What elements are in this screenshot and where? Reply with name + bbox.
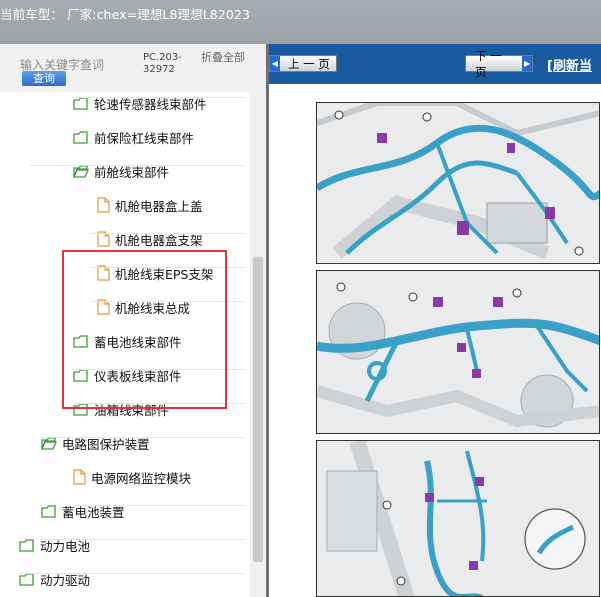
tree-item-engine-fuse-box-cover[interactable]: 机舱电器盒上盖 <box>97 188 203 222</box>
harness-figure-1 <box>316 102 600 264</box>
arrow-left-icon: ◀ <box>270 56 280 71</box>
prev-page-label: 上 一 页 <box>288 56 330 71</box>
title-bar: 当前车型： 厂家:chex=理想L8理想L82023 <box>0 0 601 44</box>
tree-item-front-bumper-harness[interactable]: 前保险杠线束部件 <box>73 120 194 154</box>
harness-illustration <box>317 441 599 596</box>
tree-divider <box>30 165 245 166</box>
tree-item-circuit-protection[interactable]: 电路图保护装置 <box>41 426 150 460</box>
harness-illustration <box>317 103 599 263</box>
folder-open-icon <box>41 436 57 450</box>
tree-item-power-battery[interactable]: 动力电池 <box>19 528 90 562</box>
tree-item-label: 前保险杠线束部件 <box>94 130 195 146</box>
folder-open-icon <box>73 164 89 178</box>
folder-icon <box>19 572 34 586</box>
tree-scrollbar[interactable] <box>250 44 266 597</box>
folder-icon <box>41 504 56 518</box>
refresh-link[interactable]: [刷新当 <box>547 55 592 74</box>
tree-item-label: 机舱电器盒上盖 <box>115 198 203 214</box>
harness-figure-2 <box>316 270 600 434</box>
folder-icon <box>19 538 34 552</box>
search-input[interactable]: 输入关键字查词 <box>20 56 106 72</box>
tree-divider <box>19 573 245 574</box>
folder-icon <box>73 96 88 110</box>
vehicle-title: 当前车型： 厂家:chex=理想L8理想L82023 <box>0 7 251 22</box>
tree-divider <box>90 233 245 234</box>
tree-divider <box>73 505 245 506</box>
tree-divider <box>73 97 245 98</box>
document-viewer: ◀ 上 一 页 下 一 页 ▶ [刷新当 <box>269 44 601 597</box>
prev-page-button[interactable]: ◀ 上 一 页 <box>269 55 337 72</box>
query-button[interactable]: 查询 <box>22 71 66 86</box>
tree-item-battery-unit[interactable]: 蓄电池装置 <box>41 494 125 528</box>
tree-divider <box>41 437 245 438</box>
arrow-right-icon: ▶ <box>522 56 532 71</box>
search-panel: 输入关键字查词 查询 PC.203-32972 折叠全部 <box>0 44 266 92</box>
highlight-box <box>62 250 227 409</box>
harness-illustration <box>317 271 599 433</box>
next-page-button[interactable]: 下 一 页 ▶ <box>465 49 533 79</box>
fold-all-button[interactable]: 折叠全部 <box>201 52 245 64</box>
folder-icon <box>73 130 88 144</box>
tree-item-label: 电源网络监控模块 <box>91 470 192 486</box>
viewer-toolbar: ◀ 上 一 页 下 一 页 ▶ [刷新当 <box>269 44 601 84</box>
category-tree: 轮速传感器线束部件 前保险杠线束部件 前舱线束部件 机舱电器盒上盖 机舱电器盒支… <box>0 92 250 597</box>
catalog-code: PC.203-32972 <box>143 52 182 75</box>
tree-item-power-network-monitor[interactable]: 电源网络监控模块 <box>73 460 191 494</box>
document-icon <box>97 197 110 213</box>
tree-divider <box>41 539 245 540</box>
harness-figure-3 <box>316 440 600 597</box>
left-panel: 输入关键字查词 查询 PC.203-32972 折叠全部 轮速传感器线束部件 前… <box>0 44 266 597</box>
document-icon <box>73 469 86 485</box>
diagram-page <box>280 84 601 597</box>
next-page-label: 下 一 页 <box>475 48 502 79</box>
tree-item-power-drive[interactable]: 动力驱动 <box>19 562 90 596</box>
scrollbar-thumb[interactable] <box>253 257 263 562</box>
tree-item-front-compartment-harness[interactable]: 前舱线束部件 <box>73 154 169 188</box>
